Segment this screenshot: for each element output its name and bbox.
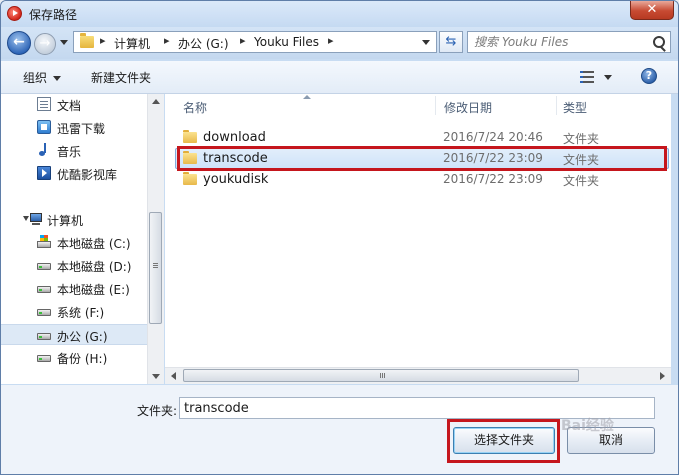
nav-item-label: 本地磁盘 (D:)	[57, 260, 132, 274]
breadcrumb-youku-files[interactable]: Youku Files	[254, 35, 319, 49]
navigation-scrollbar[interactable]	[147, 94, 164, 384]
column-header-label: 名称	[183, 101, 208, 115]
command-toolbar: 组织 新建文件夹 ?	[1, 61, 678, 94]
breadcrumb-separator[interactable]: ▸	[164, 34, 170, 47]
folder-icon	[183, 130, 197, 143]
folder-icon	[183, 172, 197, 185]
hard-drive-icon	[37, 304, 51, 318]
nav-item-label: 本地磁盘 (E:)	[57, 283, 130, 297]
nav-item-label: 办公 (G:)	[57, 330, 108, 344]
scroll-right-arrow-icon[interactable]	[660, 372, 665, 380]
organize-menu-button[interactable]: 组织	[23, 69, 62, 86]
save-path-dialog: 保存路径 ✕ ← → ▸ 计算机 ▸ 办公 (G:) ▸ Youku Files…	[0, 0, 679, 475]
scrollbar-thumb[interactable]	[183, 369, 579, 382]
baidu-watermark: Bai经验	[561, 418, 614, 434]
address-dropdown-icon[interactable]	[422, 40, 430, 45]
scroll-up-arrow-icon[interactable]	[152, 99, 160, 104]
horizontal-scrollbar[interactable]	[165, 367, 671, 384]
hard-drive-icon	[37, 328, 51, 342]
document-icon	[37, 97, 51, 111]
close-button[interactable]: ✕	[630, 1, 674, 20]
title-bar[interactable]: 保存路径 ✕	[1, 1, 678, 27]
new-folder-button[interactable]: 新建文件夹	[91, 69, 151, 86]
table-row[interactable]: download 2016/7/24 20:46 文件夹	[175, 127, 669, 148]
file-name: download	[203, 130, 266, 145]
nav-item-label: 计算机	[47, 214, 84, 228]
nav-item-drive-h[interactable]: 备份 (H:)	[1, 347, 147, 368]
scroll-left-arrow-icon[interactable]	[171, 372, 176, 380]
file-list: 名称 修改日期 类型 download 2016/7/24 20:46 文件夹 …	[165, 94, 671, 384]
file-type: 文件夹	[563, 132, 600, 146]
navigation-pane: 文档 迅雷下载 音乐 优酷影视库 计算机 本地磁盘 (C:) 本地磁盘 (D:)	[1, 94, 147, 384]
nav-item-documents[interactable]: 文档	[1, 94, 147, 115]
scroll-down-arrow-icon[interactable]	[152, 374, 160, 379]
hard-drive-icon	[37, 281, 51, 295]
help-icon[interactable]: ?	[641, 68, 657, 84]
search-input[interactable]	[472, 33, 646, 51]
nav-item-drive-g[interactable]: 办公 (G:)	[1, 324, 147, 345]
breadcrumb-separator[interactable]: ▸	[328, 34, 334, 47]
breadcrumb-drive[interactable]: 办公 (G:)	[178, 35, 229, 52]
column-header-name[interactable]: 名称	[165, 94, 433, 117]
video-library-icon	[37, 166, 51, 180]
back-button[interactable]: ←	[7, 31, 31, 55]
folder-icon	[80, 33, 94, 48]
organize-label: 组织	[23, 71, 48, 85]
folder-field-label: 文件夹:	[137, 404, 178, 418]
nav-item-label: 优酷影视库	[57, 168, 118, 182]
nav-item-label: 文档	[57, 99, 82, 113]
column-header-label: 类型	[563, 101, 588, 115]
download-folder-icon	[37, 120, 51, 134]
file-type: 文件夹	[563, 174, 600, 188]
nav-item-thunder-downloads[interactable]: 迅雷下载	[1, 117, 147, 138]
column-header-date[interactable]: 修改日期	[436, 94, 556, 117]
address-bar[interactable]: ▸ 计算机 ▸ 办公 (G:) ▸ Youku Files ▸	[73, 31, 437, 53]
file-date: 2016/7/24 20:46	[443, 130, 543, 144]
hard-drive-icon	[37, 258, 51, 272]
nav-item-label: 本地磁盘 (C:)	[57, 237, 131, 251]
nav-item-label: 迅雷下载	[57, 122, 106, 136]
column-header-label: 修改日期	[444, 101, 493, 115]
view-options-chevron-icon[interactable]	[604, 75, 612, 80]
nav-item-drive-e[interactable]: 本地磁盘 (E:)	[1, 278, 147, 299]
view-details-icon[interactable]	[580, 71, 594, 83]
nav-item-music[interactable]: 音乐	[1, 140, 147, 161]
table-row[interactable]: youkudisk 2016/7/22 23:09 文件夹	[175, 169, 669, 190]
breadcrumb-separator[interactable]: ▸	[100, 34, 106, 47]
nav-item-drive-f[interactable]: 系统 (F:)	[1, 301, 147, 322]
chevron-down-icon	[53, 76, 62, 81]
breadcrumb-computer[interactable]: 计算机	[114, 35, 150, 52]
hard-drive-icon	[37, 350, 51, 364]
nav-item-youku-library[interactable]: 优酷影视库	[1, 163, 147, 184]
system-drive-icon	[37, 235, 51, 249]
search-icon[interactable]	[653, 36, 665, 48]
column-header-type[interactable]: 类型	[557, 94, 667, 117]
refresh-button[interactable]: ⇆	[439, 31, 463, 53]
nav-item-label: 备份 (H:)	[57, 352, 108, 366]
highlight-annotation-box	[177, 146, 667, 171]
scrollbar-thumb[interactable]	[149, 212, 162, 324]
nav-item-drive-d[interactable]: 本地磁盘 (D:)	[1, 255, 147, 276]
nav-item-label: 音乐	[57, 145, 82, 159]
music-note-icon	[37, 143, 51, 157]
nav-item-computer[interactable]: 计算机	[1, 209, 147, 230]
breadcrumb-separator[interactable]: ▸	[240, 34, 246, 47]
nav-item-drive-c[interactable]: 本地磁盘 (C:)	[1, 232, 147, 253]
recent-locations-dropdown-icon[interactable]	[60, 40, 68, 45]
nav-item-label: 系统 (F:)	[57, 306, 105, 320]
file-name: youkudisk	[203, 172, 269, 187]
forward-button[interactable]: →	[34, 33, 56, 55]
search-box	[467, 31, 671, 53]
address-row: ← → ▸ 计算机 ▸ 办公 (G:) ▸ Youku Files ▸ ⇆	[1, 27, 678, 59]
window-title: 保存路径	[29, 8, 78, 22]
highlight-annotation-box	[447, 419, 560, 463]
computer-icon	[29, 212, 43, 226]
app-play-icon	[7, 6, 22, 21]
file-date: 2016/7/22 23:09	[443, 172, 543, 186]
